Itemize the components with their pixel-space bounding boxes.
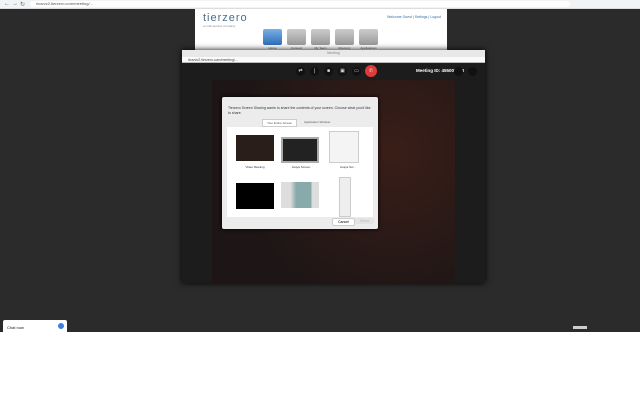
chat-label: Chat now — [7, 325, 24, 330]
nav-team[interactable] — [311, 29, 330, 45]
taskbar-item[interactable] — [573, 326, 587, 329]
source-thumb[interactable] — [281, 182, 319, 208]
screen-icon[interactable]: ▣ — [338, 67, 347, 76]
tab-entire-screen[interactable]: Your Entire Screen — [262, 119, 298, 127]
source-thumb[interactable] — [281, 137, 319, 163]
popup-url: rtcsrvc2.tierzero.com/meeting/... — [182, 57, 485, 63]
browser-toolbar: ← → ↻ rtcsrvc2.tierzero.com/meeting/... — [0, 0, 640, 9]
source-thumb[interactable] — [236, 135, 274, 161]
tagline: a multi-service company — [203, 24, 236, 28]
hangup-icon[interactable]: ✆ — [365, 65, 377, 77]
camera-icon[interactable]: ■ — [324, 67, 333, 76]
source-thumb[interactable] — [329, 131, 359, 163]
chat-icon[interactable] — [58, 323, 64, 329]
back-button[interactable]: ← — [4, 1, 10, 7]
reload-button[interactable]: ↻ — [20, 1, 25, 8]
nav-applications[interactable] — [359, 29, 378, 45]
mic-icon[interactable]: ❘ — [310, 67, 319, 76]
source-grid: Video Meeting Avaya Screen Avaya Scr... — [227, 127, 373, 217]
cancel-button[interactable]: Cancel — [332, 218, 355, 226]
share-icon[interactable]: ⇄ — [296, 67, 305, 76]
address-bar[interactable]: rtcsrvc2.tierzero.com/meeting/... — [30, 1, 570, 7]
screen-share-dialog: Tierzero Screen Sharing wants to share t… — [222, 97, 378, 229]
nav-connect[interactable] — [287, 29, 306, 45]
user-links[interactable]: Welcome Guest | Settings | Logout — [387, 15, 441, 19]
tab-application-window[interactable]: Application Window — [300, 119, 334, 125]
source-thumb[interactable] — [236, 183, 274, 209]
window-title: Meeting — [182, 50, 485, 57]
monitor-icon[interactable]: ▭ — [352, 67, 361, 76]
chat-widget[interactable]: Chat now — [3, 320, 67, 332]
forward-button[interactable]: → — [12, 1, 18, 7]
nav-home[interactable] — [263, 29, 282, 45]
source-label: Video Meeting — [245, 165, 265, 169]
logo: tierzero a multi-service company — [203, 12, 248, 28]
fullscreen-icon[interactable] — [468, 67, 477, 76]
copy-icon[interactable] — [454, 67, 463, 76]
share-button[interactable]: Share — [355, 218, 375, 224]
source-label: Avaya Screen — [291, 165, 311, 169]
source-thumb[interactable] — [339, 177, 351, 217]
dialog-text: Tierzero Screen Sharing wants to share t… — [228, 106, 371, 115]
nav-directory[interactable] — [335, 29, 354, 45]
logo-text: tierzero — [203, 12, 248, 24]
source-label: Avaya Scr... — [340, 165, 356, 169]
